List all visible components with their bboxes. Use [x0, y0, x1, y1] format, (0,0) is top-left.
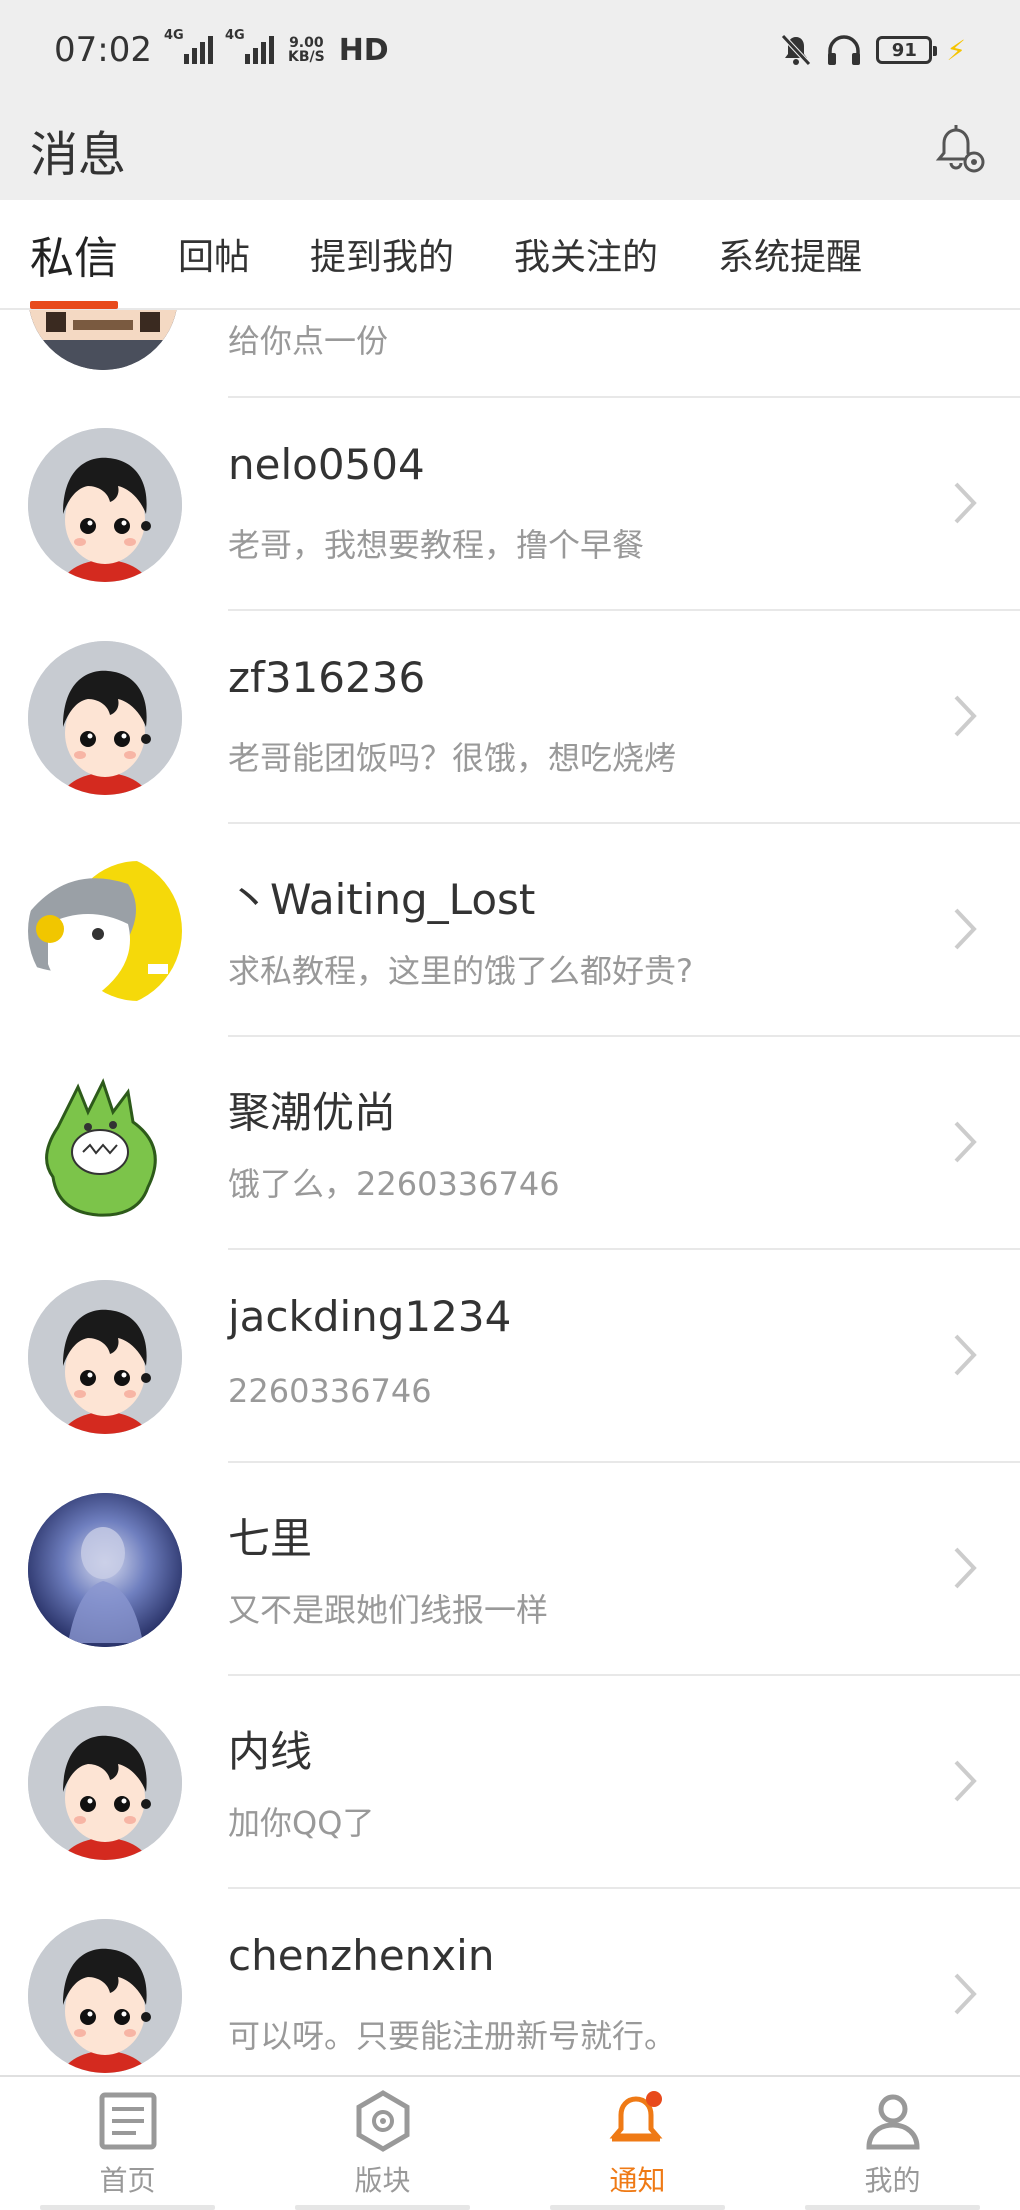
avatar	[28, 854, 182, 1008]
charging-icon: ⚡	[946, 33, 966, 67]
nav-home[interactable]: 首页	[0, 2077, 255, 2210]
tab-private-messages[interactable]: 私信	[30, 199, 118, 309]
message-preview: 老哥能团饭吗？很饿，想吃烧烤	[228, 739, 677, 777]
home-list-icon	[99, 2092, 156, 2150]
sender-name: zf316236	[228, 653, 426, 702]
chevron-right-icon	[940, 691, 990, 741]
bottom-navigation: 首页 版块 通知 我的	[0, 2075, 1020, 2210]
battery-indicator: 91	[876, 36, 938, 64]
nav-bar-indicator	[295, 2205, 470, 2210]
list-item[interactable]: nelo0504 老哥，我想要教程，撸个早餐	[0, 398, 1020, 611]
headphones-icon	[828, 35, 861, 65]
sender-name: 七里	[228, 1514, 313, 1563]
list-item[interactable]: 丶Waiting_Lost 求私教程，这里的饿了么都好贵?	[0, 824, 1020, 1037]
list-item[interactable]: 内线 加你QQ了	[0, 1676, 1020, 1889]
message-preview: 又不是跟她们线报一样	[228, 1591, 549, 1629]
notification-settings-button[interactable]	[930, 120, 990, 180]
nav-notifications[interactable]: 通知	[510, 2077, 765, 2210]
network-speed: 9.00 KB/S	[288, 36, 325, 64]
nav-label: 首页	[99, 2164, 156, 2197]
message-preview: 2260336746	[228, 1372, 432, 1410]
nav-bar-indicator	[40, 2205, 215, 2210]
status-left: 07:02 4G 4G 9.00 KB/S HD	[54, 28, 389, 70]
chevron-right-icon	[940, 1969, 990, 2019]
nav-label: 我的	[864, 2164, 921, 2197]
nav-profile[interactable]: 我的	[765, 2077, 1020, 2210]
header: 消息	[0, 100, 1020, 200]
nav-label: 通知	[609, 2164, 666, 2197]
chevron-right-icon	[940, 1543, 990, 1593]
network-speed-value: 9.00	[289, 35, 324, 51]
avatar	[28, 310, 178, 370]
message-preview: 可以呀。只要能注册新号就行。	[228, 2017, 677, 2055]
chevron-right-icon	[940, 1756, 990, 1806]
status-time: 07:02	[54, 30, 152, 70]
avatar	[28, 1706, 182, 1860]
tab-system-alerts[interactable]: 系统提醒	[718, 199, 862, 309]
sender-name: chenzhenxin	[228, 1931, 495, 1980]
avatar	[28, 1280, 182, 1434]
list-item-partial[interactable]: 给你点一份	[0, 310, 1020, 398]
signal-icon: 4G	[164, 28, 213, 64]
chevron-right-icon	[940, 478, 990, 528]
list-item[interactable]: 聚潮优尚 饿了么，2260336746	[0, 1037, 1020, 1250]
sender-name: 丶Waiting_Lost	[228, 875, 536, 924]
message-preview: 给你点一份	[228, 322, 389, 360]
list-item[interactable]: 七里 又不是跟她们线报一样	[0, 1463, 1020, 1676]
message-preview: 老哥，我想要教程，撸个早餐	[228, 526, 645, 564]
bell-icon	[609, 2091, 662, 2142]
avatar	[28, 641, 182, 795]
list-item[interactable]: chenzhenxin 可以呀。只要能注册新号就行。	[0, 1889, 1020, 2075]
sender-name: nelo0504	[228, 440, 425, 489]
signal-label: 4G	[163, 28, 184, 43]
tab-following[interactable]: 我关注的	[514, 199, 658, 309]
nav-bar-indicator	[805, 2205, 980, 2210]
mute-bell-icon	[781, 34, 812, 66]
sender-name: 聚潮优尚	[228, 1088, 397, 1137]
message-preview: 加你QQ了	[228, 1804, 375, 1842]
signal-icon-2: 4G	[225, 28, 274, 64]
message-list: 给你点一份 nelo0504 老哥，我想要教程，撸个早餐 zf316236 老哥…	[0, 310, 1020, 2075]
list-item[interactable]: jackding1234 2260336746	[0, 1250, 1020, 1463]
status-right: 91 ⚡	[780, 33, 966, 67]
tab-mentions[interactable]: 提到我的	[310, 199, 454, 309]
nav-bar-indicator	[550, 2205, 725, 2210]
tab-replies[interactable]: 回帖	[178, 199, 250, 309]
avatar	[28, 1919, 182, 2073]
network-speed-unit: KB/S	[287, 49, 325, 65]
bell-gear-icon	[935, 125, 985, 173]
message-preview: 求私教程，这里的饿了么都好贵?	[228, 952, 693, 990]
hexagon-icon	[356, 2090, 409, 2152]
chevron-right-icon	[940, 1117, 990, 1167]
avatar	[28, 428, 182, 582]
avatar	[28, 1493, 182, 1647]
avatar	[28, 1067, 182, 1221]
sender-name: jackding1234	[228, 1292, 512, 1341]
status-bar: 07:02 4G 4G 9.00 KB/S HD 91 ⚡	[0, 0, 1020, 100]
message-tabs: 私信 回帖 提到我的 我关注的 系统提醒	[0, 200, 1020, 310]
chevron-right-icon	[940, 904, 990, 954]
nav-label: 版块	[354, 2164, 411, 2197]
page-title: 消息	[30, 127, 127, 183]
chevron-right-icon	[940, 1330, 990, 1380]
person-icon	[865, 2094, 920, 2150]
message-preview: 饿了么，2260336746	[228, 1165, 560, 1203]
hd-indicator: HD	[338, 32, 389, 68]
list-item[interactable]: zf316236 老哥能团饭吗？很饿，想吃烧烤	[0, 611, 1020, 824]
nav-sections[interactable]: 版块	[255, 2077, 510, 2210]
signal-label-2: 4G	[224, 28, 245, 43]
sender-name: 内线	[228, 1727, 313, 1776]
